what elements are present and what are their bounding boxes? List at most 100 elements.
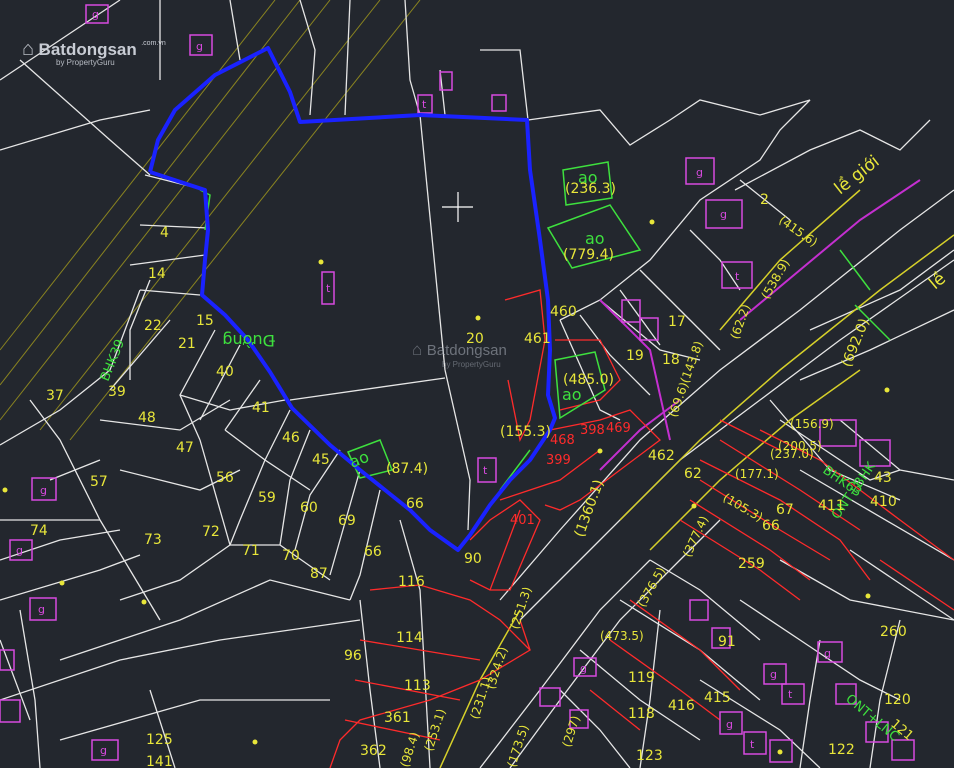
parcel-number: 401 [510,513,535,528]
symbol-g: g [100,744,107,757]
symbol-g: g [196,40,203,53]
parcel-number: 70 [282,548,300,564]
parcel-number: 90 [464,551,482,567]
parcel-number: 4 [160,225,169,241]
parcel-number: 22 [144,318,162,334]
symbol-t: t [750,738,755,751]
parcel-number: 46 [282,430,300,446]
dim-label: (237.0) [770,447,814,461]
area-label: (87.4) [386,461,428,477]
dim-label: (473.5) [600,629,644,643]
parcel-number: 2 [760,192,769,208]
parcel-number: 66 [364,544,382,560]
parcel-number: 416 [668,698,695,714]
parcel-number: 114 [396,630,423,646]
parcel-number: 20 [466,331,484,347]
area-label: (1360.1) [572,478,608,540]
symbol-g: g [38,603,45,616]
dim-label: (105.3) [721,490,766,524]
dim-label: (376.5) [634,565,668,610]
road-label-duong: Đường [222,331,275,350]
road-label-le: lề [925,268,950,294]
dim-label: (415.6) [776,213,820,250]
dim-label: (69.6) [666,380,692,419]
parcel-number: 48 [138,410,156,426]
area-label: (692.0) [839,316,873,369]
parcel-number: 66 [762,518,780,534]
cadastral-map: ⌂ Batdongsan .com.vn by PropertyGuru ⌂ B… [0,0,954,768]
parcel-number: 73 [144,532,162,548]
parcel-number: 71 [242,543,260,559]
road-label-le-gioi: lề giới [830,151,883,199]
parcel-number: 398 [580,423,605,438]
symbol-g: g [770,668,777,681]
parcel-number: 399 [546,453,571,468]
map-labels: lề giới lề Đường ao (236.3) ao (779.4) (… [16,8,950,768]
symbol-g: g [720,208,727,221]
parcel-number: 17 [668,314,686,330]
parcel-number: 410 [870,494,897,510]
parcel-number: 141 [146,754,173,768]
symbol-g: g [696,166,703,179]
parcel-number: 19 [626,348,644,364]
dim-label: (253.1) [422,707,449,753]
landuse-code: BHK39 [98,337,128,383]
parcel-number: 59 [258,490,276,506]
parcel-number: 72 [202,524,220,540]
parcel-number: 468 [550,433,575,448]
parcel-number: 361 [384,710,411,726]
dim-label: (62.2) [728,302,754,341]
parcel-number: 469 [606,421,631,436]
parcel-number: 57 [90,474,108,490]
parcel-number: 66 [406,496,424,512]
parcel-number: 120 [884,692,911,708]
parcel-number: 60 [300,500,318,516]
parcel-number: 39 [108,384,126,400]
parcel-number: 460 [550,304,577,320]
parcel-number: 45 [312,452,330,468]
parcel-number: 87 [310,566,328,582]
parcel-number: 43 [874,470,892,486]
symbol-t: t [422,98,427,111]
symbol-t: t [735,270,740,283]
area-label: (236.3) [565,181,616,197]
parcel-number: 123 [636,748,663,764]
parcel-number: 41 [252,400,270,416]
dim-label: (251.3) [508,585,535,631]
parcel-number: 462 [648,448,675,464]
symbol-g: g [16,544,23,557]
parcel-number: 96 [344,648,362,664]
symbol-t: t [788,688,793,701]
parcel-number: 67 [776,502,794,518]
parcel-number: 125 [146,732,173,748]
parcel-number: 113 [404,678,431,694]
parcel-number: 69 [338,513,356,529]
symbol-g: g [92,8,99,21]
dim-label: (297) [560,714,583,749]
dim-label: (324.2) [484,645,511,691]
parcel-number: 415 [704,690,731,706]
area-label: (155.3) [500,424,551,440]
dim-label: (156.9) [790,417,834,431]
map-symbols: t t t t g g g g g g g g g g g t g t [16,8,831,757]
parcel-number: 37 [46,388,64,404]
parcel-number: 56 [216,470,234,486]
parcel-number: 74 [30,523,48,539]
parcel-number: 362 [360,743,387,759]
symbol-t: t [326,282,331,295]
parcel-number: 260 [880,624,907,640]
parcel-number: 259 [738,556,765,572]
dim-label: (143.8) [678,339,706,385]
dim-label: (377.4) [680,514,711,560]
symbol-t: t [483,464,488,477]
symbol-g: g [824,647,831,660]
parcel-number: 18 [662,352,680,368]
parcel-number: 91 [718,634,736,650]
symbol-g: g [40,484,47,497]
parcel-number: 14 [148,266,166,282]
parcel-number: 40 [216,364,234,380]
parcel-number: 461 [524,331,551,347]
pond-label: ao [585,229,605,248]
dim-label: (173.5) [505,723,532,768]
parcel-number: 116 [398,574,425,590]
